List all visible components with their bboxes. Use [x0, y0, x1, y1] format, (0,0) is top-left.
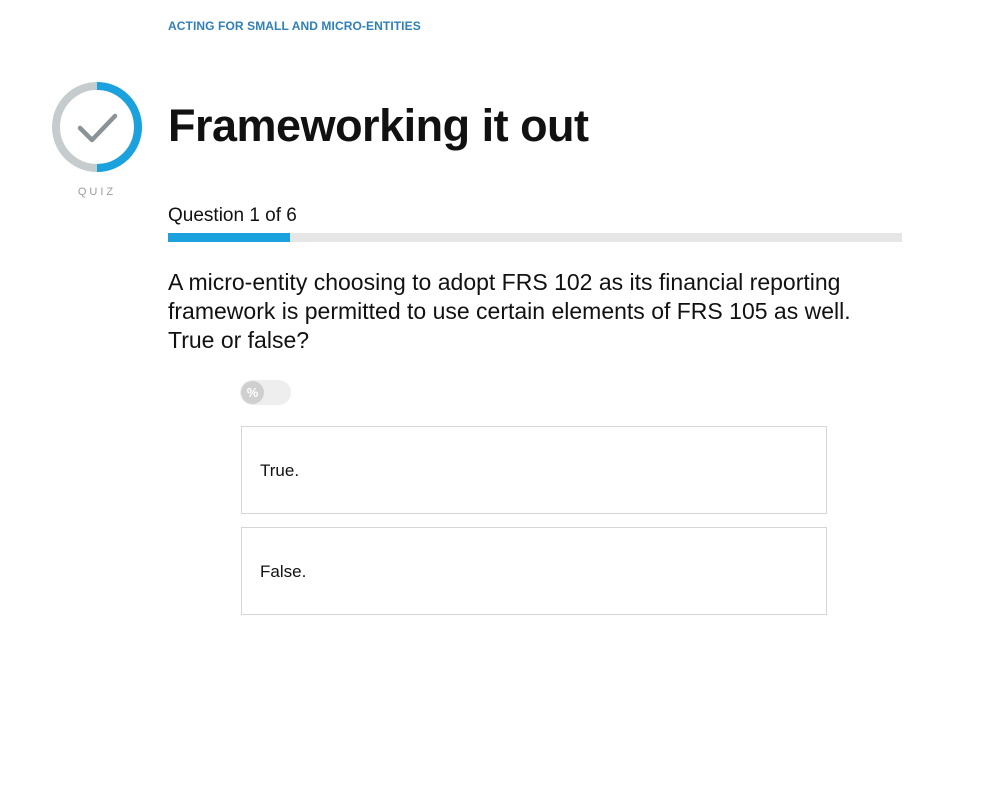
progress-bar-fill — [168, 233, 291, 242]
quiz-label: QUIZ — [77, 186, 117, 198]
question-counter: Question 1 of 6 — [168, 205, 297, 226]
answer-option-false[interactable]: False. — [241, 527, 827, 615]
quiz-progress-ring — [50, 80, 144, 174]
answer-label: True. — [260, 461, 300, 480]
question-text: A micro-entity choosing to adopt FRS 102… — [168, 269, 851, 353]
answer-label: False. — [260, 562, 307, 581]
progress-bar — [168, 233, 902, 242]
percent-icon: % — [241, 381, 264, 404]
checkmark-icon — [52, 82, 142, 172]
percent-toggle[interactable]: % — [240, 380, 291, 405]
page-title: Frameworking it out — [168, 100, 589, 151]
quiz-page: ACTING FOR SMALL AND MICRO-ENTITIES QUIZ… — [0, 0, 1000, 810]
breadcrumb[interactable]: ACTING FOR SMALL AND MICRO-ENTITIES — [168, 19, 421, 33]
answer-option-true[interactable]: True. — [241, 426, 827, 514]
